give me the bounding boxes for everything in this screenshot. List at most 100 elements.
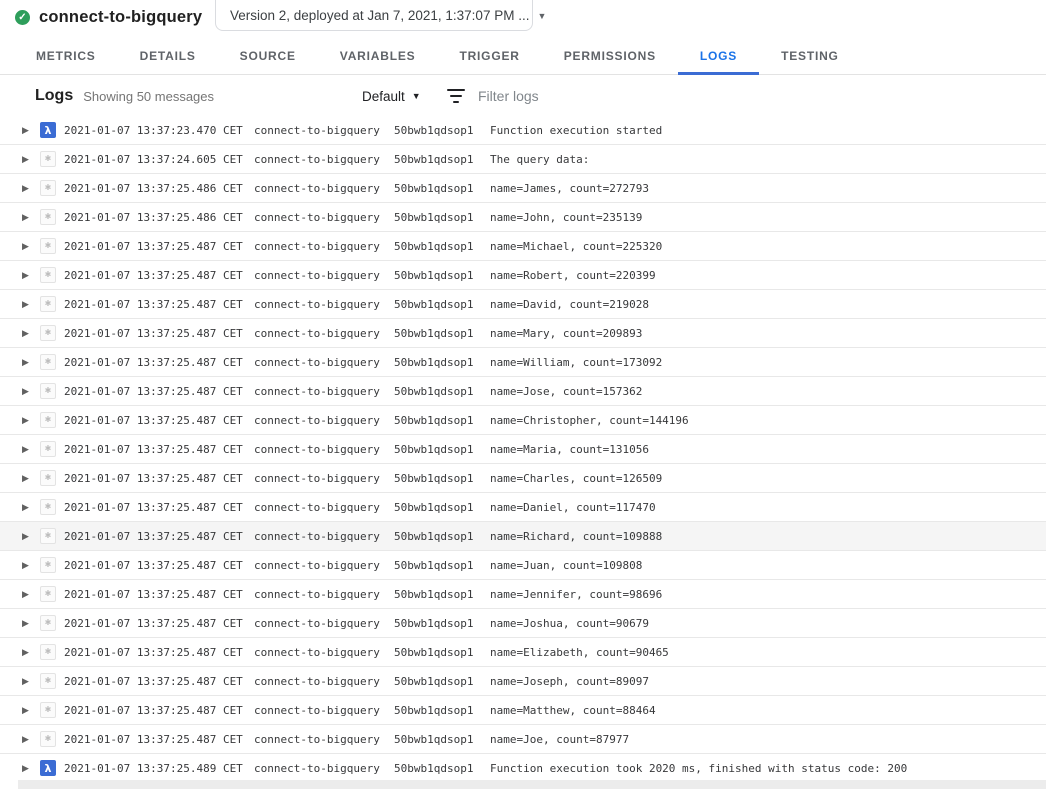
expand-caret-icon[interactable]: ▶: [22, 618, 40, 628]
log-function-name: connect-to-bigquery: [254, 587, 380, 601]
log-row[interactable]: ▶ ✱ 2021-01-07 13:37:25.487 CET connect-…: [0, 551, 1046, 580]
log-function-name: connect-to-bigquery: [254, 326, 380, 340]
tab-logs[interactable]: LOGS: [677, 40, 760, 75]
expand-caret-icon[interactable]: ▶: [22, 154, 40, 164]
expand-caret-icon[interactable]: ▶: [22, 734, 40, 744]
log-execution-id: 50bwb1qdsop1: [394, 645, 474, 659]
log-row[interactable]: ▶ ✱ 2021-01-07 13:37:25.487 CET connect-…: [0, 638, 1046, 667]
expand-caret-icon[interactable]: ▶: [22, 763, 40, 773]
log-message: name=Joshua, count=90679: [490, 616, 649, 630]
log-row[interactable]: ▶ ✱ 2021-01-07 13:37:25.487 CET connect-…: [0, 522, 1046, 551]
expand-caret-icon[interactable]: ▶: [22, 328, 40, 338]
log-row[interactable]: ▶ ✱ 2021-01-07 13:37:25.487 CET connect-…: [0, 232, 1046, 261]
status-ok-icon: ✓: [15, 9, 30, 25]
expand-caret-icon[interactable]: ▶: [22, 647, 40, 657]
log-row[interactable]: ▶ ✱ 2021-01-07 13:37:25.487 CET connect-…: [0, 261, 1046, 290]
log-function-name: connect-to-bigquery: [254, 413, 380, 427]
log-row[interactable]: ▶ ✱ 2021-01-07 13:37:25.487 CET connect-…: [0, 493, 1046, 522]
log-function-name: connect-to-bigquery: [254, 442, 380, 456]
log-row[interactable]: ▶ ✱ 2021-01-07 13:37:25.486 CET connect-…: [0, 174, 1046, 203]
log-function-name: connect-to-bigquery: [254, 355, 380, 369]
tab-variables[interactable]: VARIABLES: [318, 40, 438, 75]
lambda-severity-icon: λ: [40, 122, 56, 138]
log-row[interactable]: ▶ ✱ 2021-01-07 13:37:25.487 CET connect-…: [0, 406, 1046, 435]
log-execution-id: 50bwb1qdsop1: [394, 355, 474, 369]
filter-logs-input[interactable]: [478, 88, 1026, 104]
log-timestamp: 2021-01-07 13:37:25.487 CET: [64, 587, 243, 601]
log-row[interactable]: ▶ ✱ 2021-01-07 13:37:25.487 CET connect-…: [0, 725, 1046, 754]
expand-caret-icon[interactable]: ▶: [22, 531, 40, 541]
log-row[interactable]: ▶ ✱ 2021-01-07 13:37:25.487 CET connect-…: [0, 290, 1046, 319]
expand-caret-icon[interactable]: ▶: [22, 589, 40, 599]
log-row[interactable]: ▶ ✱ 2021-01-07 13:37:24.605 CET connect-…: [0, 145, 1046, 174]
log-message: name=Michael, count=225320: [490, 239, 663, 253]
expand-caret-icon[interactable]: ▶: [22, 386, 40, 396]
filter-list-icon[interactable]: [447, 89, 465, 103]
log-message: name=James, count=272793: [490, 181, 649, 195]
expand-caret-icon[interactable]: ▶: [22, 502, 40, 512]
expand-caret-icon[interactable]: ▶: [22, 299, 40, 309]
severity-filter-dropdown[interactable]: Default ▼: [362, 89, 421, 104]
severity-filter-label: Default: [362, 88, 405, 104]
log-timestamp: 2021-01-07 13:37:25.486 CET: [64, 181, 243, 195]
expand-caret-icon[interactable]: ▶: [22, 241, 40, 251]
log-timestamp: 2021-01-07 13:37:25.487 CET: [64, 268, 243, 282]
expand-caret-icon[interactable]: ▶: [22, 125, 40, 135]
log-timestamp: 2021-01-07 13:37:25.487 CET: [64, 500, 243, 514]
tab-details[interactable]: DETAILS: [118, 40, 218, 75]
log-row[interactable]: ▶ ✱ 2021-01-07 13:37:25.487 CET connect-…: [0, 435, 1046, 464]
log-row[interactable]: ▶ ✱ 2021-01-07 13:37:25.487 CET connect-…: [0, 377, 1046, 406]
log-timestamp: 2021-01-07 13:37:25.487 CET: [64, 645, 243, 659]
expand-caret-icon[interactable]: ▶: [22, 560, 40, 570]
log-execution-id: 50bwb1qdsop1: [394, 587, 474, 601]
log-row[interactable]: ▶ ✱ 2021-01-07 13:37:25.486 CET connect-…: [0, 203, 1046, 232]
log-execution-id: 50bwb1qdsop1: [394, 500, 474, 514]
log-function-name: connect-to-bigquery: [254, 239, 380, 253]
tab-trigger[interactable]: TRIGGER: [437, 40, 541, 75]
log-timestamp: 2021-01-07 13:37:25.487 CET: [64, 297, 243, 311]
expand-caret-icon[interactable]: ▶: [22, 473, 40, 483]
log-timestamp: 2021-01-07 13:37:25.487 CET: [64, 703, 243, 717]
log-timestamp: 2021-01-07 13:37:25.487 CET: [64, 616, 243, 630]
log-row[interactable]: ▶ λ 2021-01-07 13:37:25.489 CET connect-…: [0, 754, 1046, 780]
log-row[interactable]: ▶ ✱ 2021-01-07 13:37:25.487 CET connect-…: [0, 609, 1046, 638]
horizontal-scrollbar[interactable]: [18, 780, 1046, 789]
version-selector-dropdown[interactable]: Version 2, deployed at Jan 7, 2021, 1:37…: [215, 0, 546, 31]
log-message: name=John, count=235139: [490, 210, 643, 224]
log-message: name=Joseph, count=89097: [490, 674, 649, 688]
log-message: name=Jose, count=157362: [490, 384, 643, 398]
log-execution-id: 50bwb1qdsop1: [394, 123, 474, 137]
log-row[interactable]: ▶ ✱ 2021-01-07 13:37:25.487 CET connect-…: [0, 464, 1046, 493]
expand-caret-icon[interactable]: ▶: [22, 415, 40, 425]
info-severity-icon: ✱: [40, 441, 56, 457]
log-row[interactable]: ▶ ✱ 2021-01-07 13:37:25.487 CET connect-…: [0, 580, 1046, 609]
expand-caret-icon[interactable]: ▶: [22, 357, 40, 367]
log-row[interactable]: ▶ ✱ 2021-01-07 13:37:25.487 CET connect-…: [0, 696, 1046, 725]
log-timestamp: 2021-01-07 13:37:25.487 CET: [64, 413, 243, 427]
tab-source[interactable]: SOURCE: [218, 40, 318, 75]
expand-caret-icon[interactable]: ▶: [22, 270, 40, 280]
log-function-name: connect-to-bigquery: [254, 210, 380, 224]
log-row[interactable]: ▶ ✱ 2021-01-07 13:37:25.487 CET connect-…: [0, 319, 1046, 348]
log-execution-id: 50bwb1qdsop1: [394, 558, 474, 572]
log-row[interactable]: ▶ λ 2021-01-07 13:37:23.470 CET connect-…: [0, 116, 1046, 145]
log-timestamp: 2021-01-07 13:37:25.487 CET: [64, 239, 243, 253]
log-timestamp: 2021-01-07 13:37:25.487 CET: [64, 529, 243, 543]
expand-caret-icon[interactable]: ▶: [22, 444, 40, 454]
tab-metrics[interactable]: METRICS: [14, 40, 118, 75]
log-timestamp: 2021-01-07 13:37:25.489 CET: [64, 761, 243, 775]
tab-permissions[interactable]: PERMISSIONS: [542, 40, 678, 75]
expand-caret-icon[interactable]: ▶: [22, 183, 40, 193]
log-message: name=Daniel, count=117470: [490, 500, 656, 514]
log-message: name=Charles, count=126509: [490, 471, 663, 485]
expand-caret-icon[interactable]: ▶: [22, 705, 40, 715]
tab-testing[interactable]: TESTING: [759, 40, 861, 75]
expand-caret-icon[interactable]: ▶: [22, 676, 40, 686]
log-message: name=Matthew, count=88464: [490, 703, 656, 717]
expand-caret-icon[interactable]: ▶: [22, 212, 40, 222]
log-row[interactable]: ▶ ✱ 2021-01-07 13:37:25.487 CET connect-…: [0, 667, 1046, 696]
log-row[interactable]: ▶ ✱ 2021-01-07 13:37:25.487 CET connect-…: [0, 348, 1046, 377]
log-message: name=Christopher, count=144196: [490, 413, 689, 427]
log-execution-id: 50bwb1qdsop1: [394, 210, 474, 224]
info-severity-icon: ✱: [40, 586, 56, 602]
